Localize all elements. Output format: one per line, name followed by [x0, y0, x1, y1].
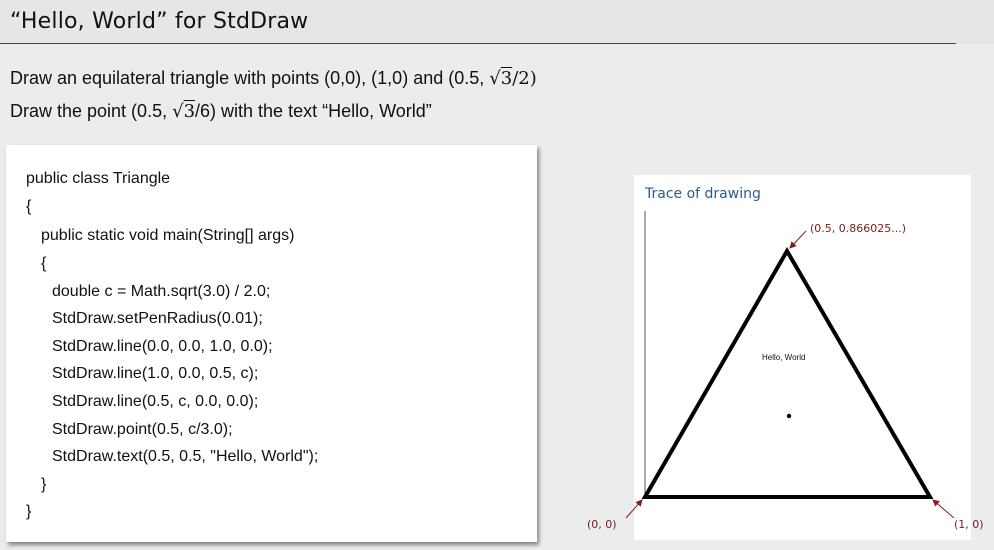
label-right-vertex: (1, 0) [954, 518, 984, 531]
arrow-top-vertex [789, 230, 807, 249]
label-origin: (0, 0) [587, 518, 617, 531]
hello-world-text: Hello, World [762, 353, 806, 362]
arrow-right-vertex [932, 499, 955, 519]
trace-drawing [625, 211, 955, 519]
equilateral-triangle [641, 247, 934, 499]
triangle-center-point [786, 413, 792, 419]
arrow-origin [625, 499, 643, 519]
label-top-vertex: (0.5, 0.866025...) [810, 222, 907, 235]
